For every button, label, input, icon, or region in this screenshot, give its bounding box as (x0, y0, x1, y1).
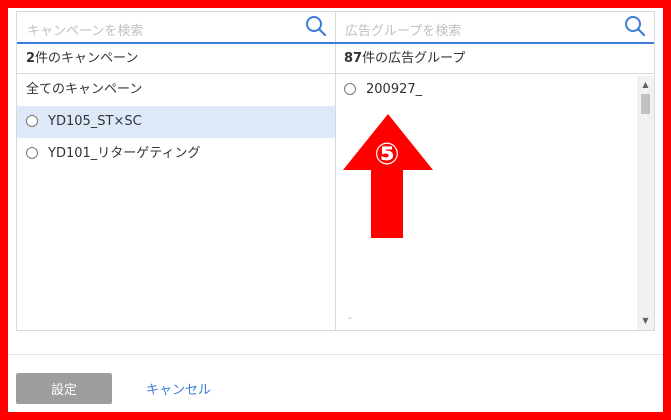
adgroup-item-label: 200927_ (366, 82, 423, 97)
adgroup-count-label: 件の広告グループ (362, 51, 466, 66)
adgroup-search-input[interactable]: 広告グループを検索 (345, 20, 461, 39)
adgroup-item[interactable]: 200927_ (335, 74, 654, 106)
scroll-down-icon[interactable]: ▼ (637, 314, 654, 328)
adgroup-search[interactable]: 広告グループを検索 (335, 12, 654, 44)
campaign-count: 2件のキャンペーン (17, 44, 335, 74)
campaign-count-number: 2 (26, 51, 36, 66)
search-icon[interactable] (624, 15, 646, 37)
radio-button[interactable] (26, 146, 38, 159)
all-campaigns-label: 全てのキャンペーン (26, 82, 143, 97)
adgroup-count: 87件の広告グループ (335, 44, 654, 74)
scrollbar-thumb[interactable] (641, 94, 650, 114)
campaign-search[interactable]: キャンペーンを検索 (17, 12, 335, 44)
campaign-item[interactable]: YD101_リターゲティング (17, 138, 335, 170)
list-end-mark: - (348, 313, 352, 324)
adgroup-scrollbar[interactable]: ▲ ▼ (637, 76, 654, 330)
all-campaigns-item[interactable]: 全てのキャンペーン (17, 74, 335, 106)
campaign-item[interactable]: YD105_ST×SC (17, 106, 335, 138)
campaign-column: キャンペーンを検索 2件のキャンペーン 全てのキャンペーン YD105_ST×S… (17, 12, 336, 330)
campaign-search-input[interactable]: キャンペーンを検索 (27, 20, 143, 39)
scroll-up-icon[interactable]: ▲ (637, 78, 654, 92)
campaign-item-label: YD101_リターゲティング (48, 146, 201, 161)
cancel-button[interactable]: キャンセル (146, 379, 211, 398)
radio-button[interactable] (344, 82, 356, 95)
footer-divider (8, 354, 663, 355)
annotation-number: ⑤ (374, 137, 399, 172)
submit-button[interactable]: 設定 (16, 373, 112, 404)
campaign-count-label: 件のキャンペーン (35, 51, 139, 66)
radio-button[interactable] (26, 114, 38, 127)
adgroup-count-number: 87 (344, 51, 363, 66)
annotation-arrow: ⑤ (343, 114, 433, 238)
search-icon[interactable] (305, 15, 327, 37)
campaign-item-label: YD105_ST×SC (48, 114, 142, 129)
selector-panel: キャンペーンを検索 2件のキャンペーン 全てのキャンペーン YD105_ST×S… (16, 11, 655, 331)
